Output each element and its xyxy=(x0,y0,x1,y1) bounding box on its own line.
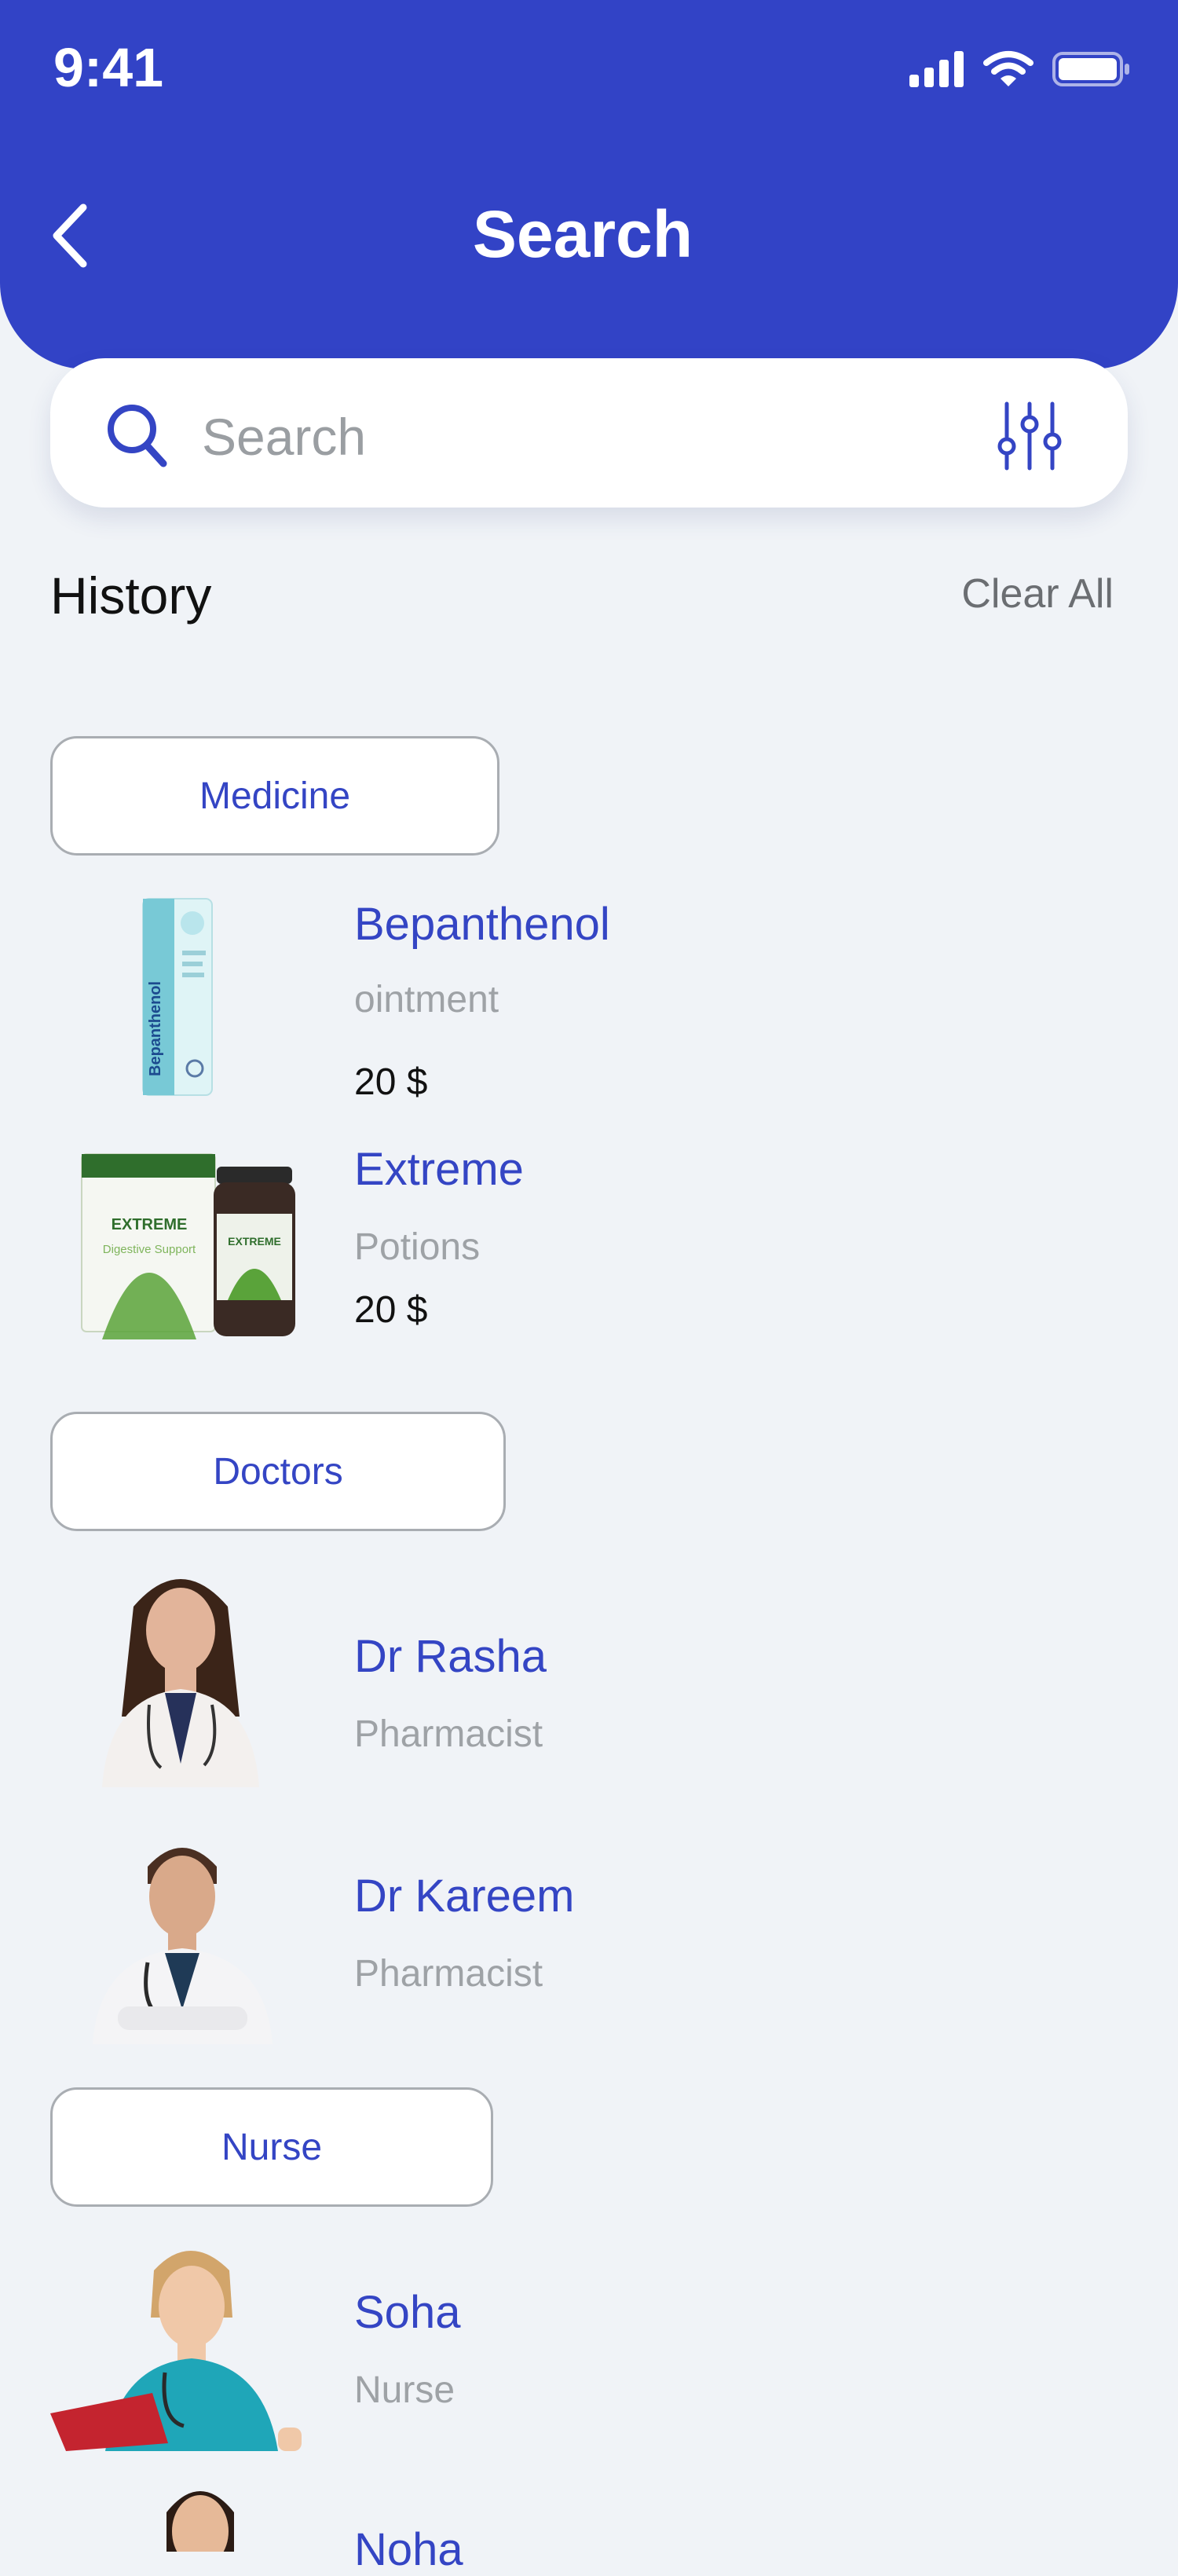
nurse-name[interactable]: Soha xyxy=(354,2286,460,2339)
svg-text:Digestive Support: Digestive Support xyxy=(103,1243,196,1256)
doctor-name[interactable]: Dr Rasha xyxy=(354,1630,547,1683)
nurse-role: Nurse xyxy=(354,2369,455,2411)
medicine-name[interactable]: Extreme xyxy=(354,1143,524,1196)
category-doctors[interactable]: Doctors xyxy=(50,1412,506,1531)
doctor-name[interactable]: Dr Kareem xyxy=(354,1870,574,1922)
doctor-role: Pharmacist xyxy=(354,1953,543,1995)
doctor-role: Pharmacist xyxy=(354,1713,543,1755)
cellular-signal-icon xyxy=(909,51,964,87)
category-nurse[interactable]: Nurse xyxy=(50,2087,493,2207)
sliders-icon xyxy=(997,401,1062,471)
medicine-name[interactable]: Bepanthenol xyxy=(354,898,610,951)
medicine-price: 20 $ xyxy=(354,1289,428,1331)
nurse-avatar[interactable] xyxy=(149,2475,251,2552)
history-title: History xyxy=(50,566,212,625)
clear-all-button[interactable]: Clear All xyxy=(961,570,1114,617)
svg-text:EXTREME: EXTREME xyxy=(112,1216,188,1233)
status-time: 9:41 xyxy=(53,37,164,98)
medicine-type: ointment xyxy=(354,979,499,1021)
nurse-avatar[interactable] xyxy=(50,2231,309,2451)
medicine-price: 20 $ xyxy=(354,1061,428,1103)
svg-text:EXTREME: EXTREME xyxy=(228,1235,281,1248)
search-input[interactable] xyxy=(200,393,910,481)
page-title: Search xyxy=(472,197,693,271)
product-image-bepanthenol[interactable]: Bepanthenol xyxy=(134,896,220,1100)
status-icons xyxy=(909,47,1131,91)
doctor-avatar[interactable] xyxy=(86,1821,279,2044)
product-image-extreme[interactable]: EXTREME Digestive Support EXTREME xyxy=(79,1143,298,1339)
battery-icon xyxy=(1052,52,1129,86)
wifi-icon xyxy=(983,51,1033,86)
medicine-type: Potions xyxy=(354,1226,481,1268)
doctor-avatar[interactable] xyxy=(86,1559,275,1787)
nurse-name[interactable]: Noha xyxy=(354,2523,463,2576)
svg-text:Bepanthenol: Bepanthenol xyxy=(147,981,164,1076)
category-medicine[interactable]: Medicine xyxy=(50,736,499,856)
filter-button[interactable] xyxy=(997,401,1062,471)
search-icon xyxy=(105,399,168,470)
